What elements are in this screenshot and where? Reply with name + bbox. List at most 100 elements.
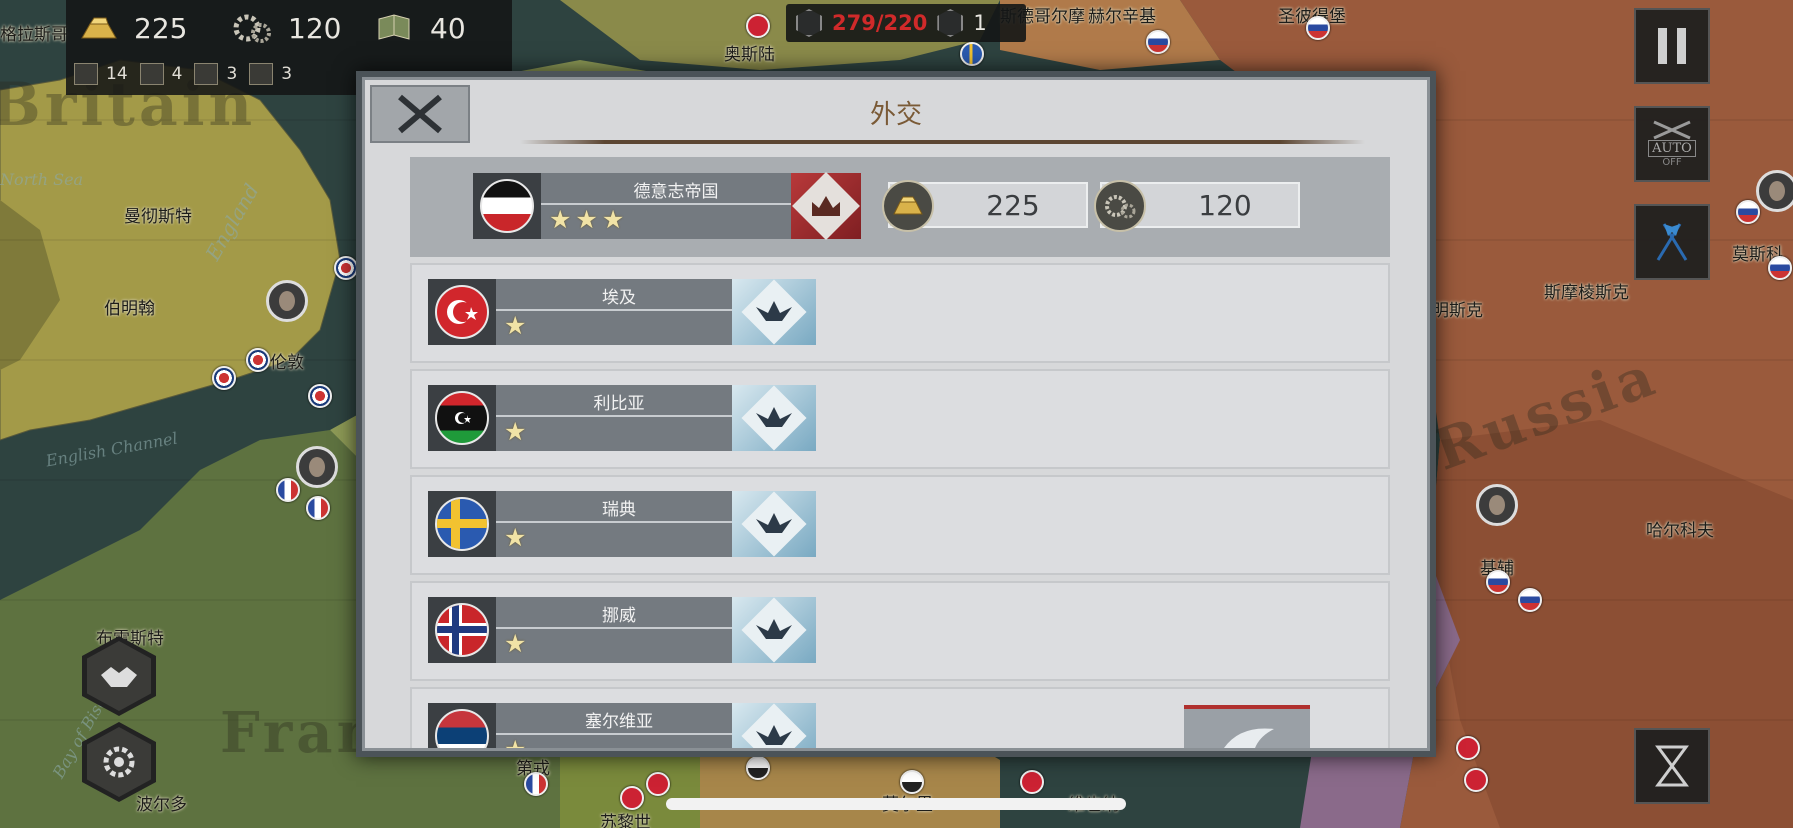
unit-marker-france[interactable] (306, 496, 330, 520)
wrench-gear-icon (103, 746, 135, 778)
country-row-egypt[interactable]: 埃及 ★ (410, 263, 1390, 363)
country-row-libya[interactable]: 利比亚 ★ (410, 369, 1390, 469)
banner-divider (496, 309, 742, 311)
home-indicator[interactable] (666, 798, 1126, 810)
auto-toggle-button[interactable]: AUTO OFF (1634, 106, 1710, 182)
unit-marker-uk[interactable] (308, 384, 332, 408)
navy-count[interactable]: 3 (249, 63, 292, 85)
gold-resource[interactable]: 225 (76, 8, 187, 48)
star-rating: ★ (504, 524, 526, 552)
artillery-count[interactable]: 3 (194, 63, 237, 85)
star-icon: ★ (504, 311, 527, 340)
country-row-norway[interactable]: 挪威 ★ (410, 581, 1390, 681)
star-icon: ★ (504, 629, 527, 658)
city-label[interactable]: 格拉斯哥 (0, 20, 68, 45)
unit-marker-france[interactable] (524, 772, 548, 796)
country-banner: 埃及 ★ (428, 279, 816, 345)
industry-resource[interactable]: 120 (230, 8, 341, 48)
unit-marker-uk[interactable] (212, 366, 236, 390)
norway-flag-icon (435, 603, 489, 657)
relation-status-badge (1184, 705, 1310, 748)
country-row-serbia[interactable]: 塞尔维亚 ★ (410, 687, 1390, 748)
auto-state: OFF (1662, 157, 1682, 168)
unit-marker-sweden[interactable] (960, 42, 984, 66)
title-divider (520, 140, 1365, 144)
gold-value: 225 (134, 11, 188, 45)
cavalry-count[interactable]: 4 (139, 63, 182, 85)
unit-marker-russia[interactable] (1518, 588, 1542, 612)
banner-divider (496, 627, 742, 629)
diplomacy-dialog: 外交 德意志帝国 ★ ★ ★ 225 120 埃及 ★ 利比亚 ★ 瑞典 ★ 挪… (356, 71, 1436, 757)
general-portrait[interactable] (1756, 170, 1793, 212)
player-gold-value: 225 (986, 188, 1040, 222)
flag-frame (428, 385, 496, 451)
crossed-swords-icon (1653, 120, 1691, 140)
tech-resource[interactable]: 40 (372, 8, 466, 48)
unit-marker[interactable] (646, 772, 670, 796)
star-icon: ★ (504, 417, 527, 446)
city-label[interactable]: 斯摩棱斯克 (1544, 278, 1629, 303)
general-portrait[interactable] (266, 280, 308, 322)
city-label[interactable]: 哈尔科夫 (1646, 516, 1714, 541)
city-label[interactable]: 波尔多 (136, 790, 187, 815)
unit-marker-russia[interactable] (1146, 30, 1170, 54)
unit-marker-uk[interactable] (246, 348, 270, 372)
eagle-icon (756, 513, 792, 533)
unit-marker-norway[interactable] (746, 14, 770, 38)
country-banner: 瑞典 ★ (428, 491, 816, 557)
star-rating: ★ (504, 312, 526, 340)
general-portrait[interactable] (296, 446, 338, 488)
city-label[interactable]: 赫尔辛基 (1088, 2, 1156, 27)
unit-marker[interactable] (1456, 736, 1480, 760)
infantry-icon (74, 63, 98, 85)
crown-badge (791, 172, 861, 240)
unit-marker-france[interactable] (276, 478, 300, 502)
player-industry-box: 120 (1094, 180, 1300, 232)
unit-marker-russia[interactable] (1768, 256, 1792, 280)
unit-marker[interactable] (746, 756, 770, 780)
eagle-badge (732, 703, 816, 748)
end-turn-button[interactable] (1634, 728, 1710, 804)
eagle-icon (756, 619, 792, 639)
city-label[interactable]: 奥斯陆 (724, 40, 775, 65)
flags-button[interactable] (1634, 204, 1710, 280)
city-label[interactable]: 苏黎世 (600, 808, 651, 828)
city-label[interactable]: 曼彻斯特 (124, 202, 192, 227)
pause-button[interactable] (1634, 8, 1710, 84)
player-nation-banner[interactable]: 德意志帝国 ★ ★ ★ (473, 172, 861, 240)
auto-label: AUTO (1648, 140, 1696, 157)
unit-marker-russia[interactable] (1306, 16, 1330, 40)
crossed-flags-icon (1656, 223, 1688, 261)
country-banner: 利比亚 ★ (428, 385, 816, 451)
dialog-body: 外交 德意志帝国 ★ ★ ★ 225 120 埃及 ★ 利比亚 ★ 瑞典 ★ 挪… (362, 77, 1430, 751)
unit-marker-russia[interactable] (1486, 570, 1510, 594)
population-icon (796, 9, 822, 37)
general-portrait[interactable] (1476, 484, 1518, 526)
unit-marker[interactable] (900, 770, 924, 794)
egypt-flag-icon (435, 285, 489, 339)
artillery-icon (194, 63, 219, 85)
eagle-badge (732, 385, 816, 451)
unit-marker[interactable] (1020, 770, 1044, 794)
flag-frame (428, 279, 496, 345)
city-label[interactable]: 伯明翰 (104, 294, 155, 319)
navy-anchor-icon (249, 63, 274, 85)
flag-frame (428, 703, 496, 748)
city-label[interactable]: 明斯克 (1432, 296, 1483, 321)
sweden-flag-icon (435, 497, 489, 551)
unit-marker[interactable] (1464, 768, 1488, 792)
star-icon: ★ (575, 205, 598, 234)
unit-marker-russia[interactable] (1736, 200, 1760, 224)
flag-frame (428, 491, 496, 557)
banner-divider (496, 521, 742, 523)
unit-marker[interactable] (620, 786, 644, 810)
star-icon: ★ (601, 205, 625, 234)
gear-icon (230, 11, 274, 45)
country-row-sweden[interactable]: 瑞典 ★ (410, 475, 1390, 575)
city-label[interactable]: 伦敦 (270, 348, 304, 373)
eagle-icon (756, 407, 792, 427)
cavalry-icon (139, 63, 164, 85)
country-banner: 塞尔维亚 ★ (428, 703, 816, 748)
infantry-count[interactable]: 14 (74, 63, 128, 85)
unit-marker-uk[interactable] (334, 256, 358, 280)
